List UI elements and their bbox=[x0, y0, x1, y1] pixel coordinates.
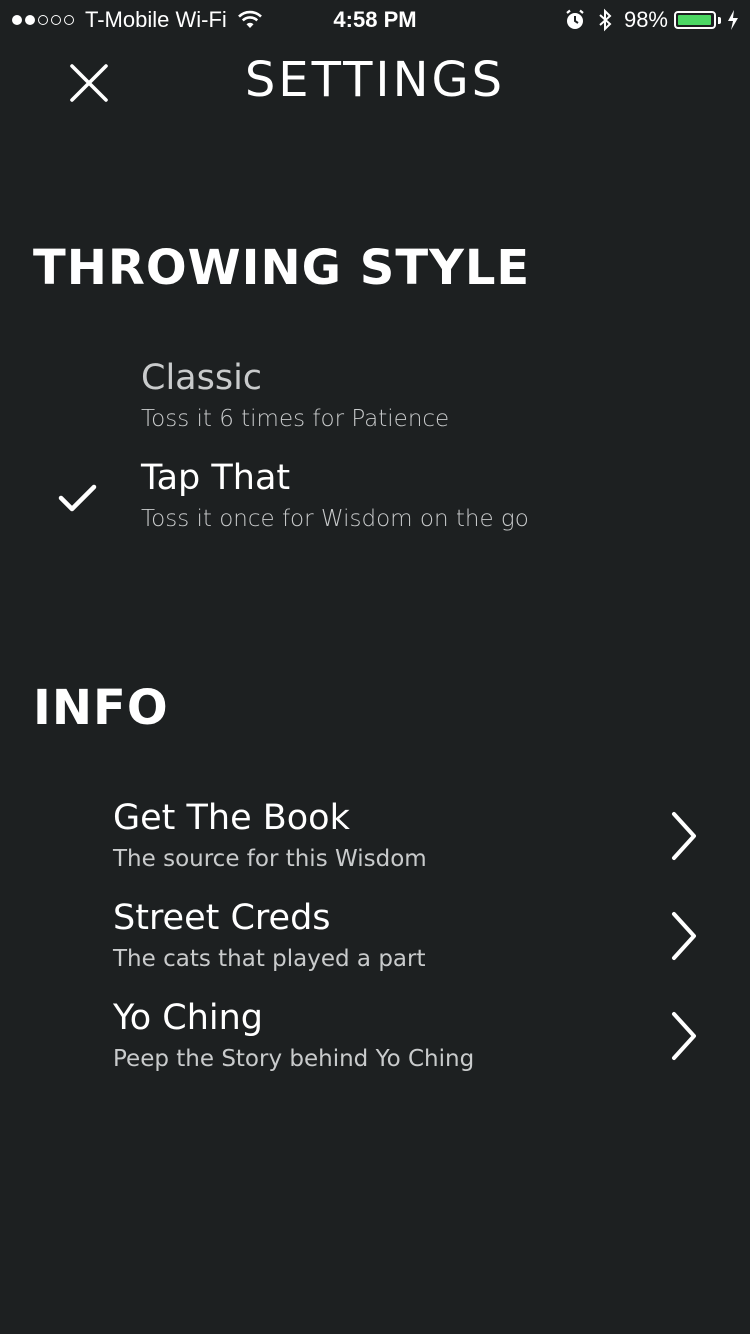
page-title: SETTINGS bbox=[244, 52, 506, 108]
option-subtitle: Toss it once for Wisdom on the go bbox=[141, 506, 529, 532]
info-subtitle: Peep the Story behind Yo Ching bbox=[113, 1046, 475, 1072]
info-subtitle: The cats that played a part bbox=[113, 946, 426, 972]
alarm-icon bbox=[566, 9, 584, 29]
info-title: Get The Book bbox=[113, 798, 350, 838]
option-title: Classic bbox=[141, 358, 263, 398]
nav-bar: SETTINGS bbox=[0, 44, 750, 124]
status-right: 98% bbox=[564, 7, 740, 33]
chevron-right-icon bbox=[672, 812, 696, 860]
option-tap-that[interactable]: Tap That Toss it once for Wisdom on the … bbox=[0, 458, 750, 554]
info-title: Yo Ching bbox=[113, 998, 264, 1038]
info-heading: INFO bbox=[33, 680, 169, 736]
chevron-right-icon bbox=[672, 912, 696, 960]
info-row-yo-ching[interactable]: Yo Ching Peep the Story behind Yo Ching bbox=[0, 998, 750, 1094]
status-bar: T-Mobile Wi-Fi 4:58 PM 98% bbox=[0, 0, 750, 40]
battery-fill bbox=[678, 15, 712, 25]
throwing-style-heading: THROWING STYLE bbox=[33, 240, 531, 296]
option-subtitle: Toss it 6 times for Patience bbox=[141, 406, 450, 432]
bluetooth-icon bbox=[599, 8, 612, 32]
battery-cap bbox=[718, 16, 721, 24]
checkmark-icon bbox=[58, 484, 97, 512]
chevron-right-icon bbox=[672, 1012, 696, 1060]
battery-percent: 98% bbox=[623, 7, 668, 32]
info-row-get-the-book[interactable]: Get The Book The source for this Wisdom bbox=[0, 798, 750, 894]
info-subtitle: The source for this Wisdom bbox=[113, 846, 427, 872]
info-title: Street Creds bbox=[113, 898, 331, 938]
battery-icon bbox=[674, 11, 716, 29]
option-title: Tap That bbox=[141, 458, 291, 498]
info-row-street-creds[interactable]: Street Creds The cats that played a part bbox=[0, 898, 750, 994]
charging-bolt-icon bbox=[728, 10, 738, 30]
option-classic[interactable]: Classic Toss it 6 times for Patience bbox=[0, 358, 750, 454]
